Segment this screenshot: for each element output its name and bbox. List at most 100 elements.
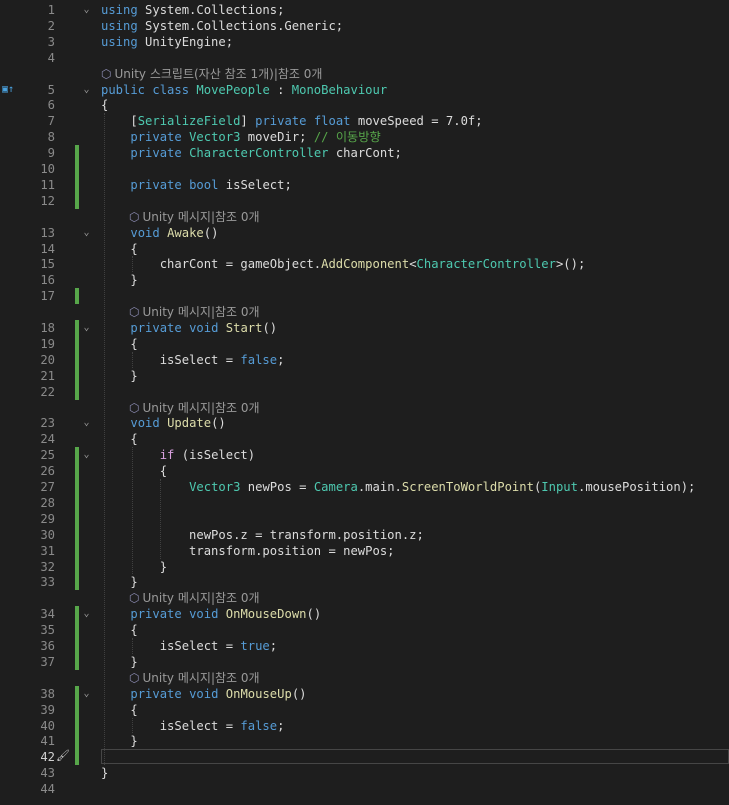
code-line[interactable]: 7 [SerializeField] private float moveSpe… — [0, 113, 729, 129]
code-line[interactable]: 2 using System.Collections.Generic; — [0, 18, 729, 34]
code-line[interactable]: 1 ⌄ using System.Collections; — [0, 2, 729, 18]
collapse-chevron-icon[interactable]: ⌄ — [81, 415, 92, 431]
code-token: () — [211, 416, 226, 431]
code-line[interactable]: 17 — [0, 288, 729, 305]
code-token: Vector3 — [189, 130, 241, 145]
code-text: Vector3 newPos = Camera.main.ScreenToWor… — [101, 479, 695, 495]
code-line[interactable]: 40 isSelect = false; — [0, 717, 729, 734]
code-token: bool — [189, 177, 219, 192]
code-line[interactable]: 28 — [0, 494, 729, 511]
code-line[interactable]: 31 transform.position = newPos; — [0, 542, 729, 559]
code-line[interactable]: 32 } — [0, 558, 729, 575]
code-line[interactable]: 35 { — [0, 622, 729, 639]
code-token: { — [101, 702, 138, 717]
codelens-row: ⬡ Unity 스크립트(자산 참조 1개)|참조 0개 — [0, 66, 729, 82]
line-number: 34 — [40, 607, 55, 622]
unity-cube-icon: ⬡ — [101, 66, 112, 81]
change-marker — [75, 526, 79, 543]
code-token: ScreenToWorldPoint — [401, 480, 534, 494]
screwdriver-brush-icon[interactable]: 🖌 — [56, 749, 70, 762]
code-text: } — [101, 654, 137, 670]
collapse-chevron-icon[interactable]: ⌄ — [81, 320, 92, 336]
code-text: { — [101, 463, 167, 479]
code-line[interactable]: 41 } — [0, 733, 729, 750]
collapse-chevron-icon[interactable]: ⌄ — [81, 606, 92, 622]
code-token: float — [313, 114, 351, 129]
collapse-chevron-icon[interactable]: ⌄ — [81, 225, 92, 241]
code-editor[interactable]: 1 ⌄ using System.Collections; 2 using System… — [0, 0, 729, 805]
code-line[interactable]: 26 { — [0, 463, 729, 480]
collapse-chevron-icon[interactable]: ⌄ — [81, 82, 92, 98]
code-line[interactable]: 21 } — [0, 367, 729, 384]
change-marker — [75, 145, 79, 162]
code-line[interactable]: 43} — [0, 765, 729, 781]
code-line[interactable]: 22 — [0, 383, 729, 400]
code-line[interactable]: 29 — [0, 510, 729, 527]
line-number: 7 — [47, 114, 55, 129]
code-line[interactable]: 34 ⌄ private void OnMouseDown() — [0, 606, 729, 623]
line-number: 28 — [40, 495, 55, 510]
collapse-chevron-icon[interactable]: ⌄ — [81, 447, 92, 463]
codelens-references[interactable]: ⬡ Unity 메시지|참조 0개 — [129, 400, 260, 416]
code-token: OnMouseDown — [225, 607, 307, 622]
indent-guide — [132, 447, 133, 575]
code-line[interactable]: 11 private bool isSelect; — [0, 176, 729, 193]
code-line[interactable]: 10 — [0, 161, 729, 177]
line-number: 38 — [40, 686, 55, 701]
code-line[interactable]: 14 { — [0, 241, 729, 257]
code-line[interactable]: 24 { — [0, 431, 729, 447]
code-token: newPos = — [240, 480, 314, 494]
code-line[interactable]: 5 ⌄ public class MovePeople : MonoBehaviou… — [0, 82, 729, 98]
code-token: >(); — [555, 257, 586, 272]
code-line[interactable]: 9 private CharacterController charCont; — [0, 145, 729, 162]
change-marker — [75, 542, 79, 559]
codelens-references[interactable]: ⬡ Unity 스크립트(자산 참조 1개)|참조 0개 — [101, 66, 322, 82]
codelens-references[interactable]: ⬡ Unity 메시지|참조 0개 — [129, 590, 260, 606]
code-line[interactable]: 18 ⌄ private void Start() — [0, 320, 729, 336]
codelens-references[interactable]: ⬡ Unity 메시지|참조 0개 — [129, 304, 260, 320]
code-line[interactable]: 38 ⌄ private void OnMouseUp() — [0, 685, 729, 702]
collapse-chevron-icon[interactable]: ⌄ — [81, 2, 92, 18]
code-token: false — [240, 352, 278, 367]
indent-guide — [132, 717, 133, 734]
codelens-references[interactable]: ⬡ Unity 메시지|참조 0개 — [129, 209, 260, 225]
code-line[interactable]: 3 using UnityEngine; — [0, 34, 729, 50]
code-line[interactable]: 44 — [0, 781, 729, 797]
code-line[interactable]: 15 charCont = gameObject.AddComponent<Ch… — [0, 256, 729, 272]
code-line[interactable]: 27 Vector3 newPos = Camera.main.ScreenTo… — [0, 479, 729, 495]
code-line[interactable]: 16 } — [0, 272, 729, 288]
override-marker-icon[interactable]: ▣↑ — [2, 84, 20, 96]
code-token: .main. — [357, 480, 402, 494]
code-token: void — [189, 686, 219, 701]
code-text: private void OnMouseDown() — [101, 606, 321, 622]
code-text: newPos.z = transform.position.z; — [101, 527, 424, 543]
collapse-chevron-icon[interactable]: ⌄ — [81, 686, 92, 702]
code-line[interactable]: 12 — [0, 192, 729, 209]
code-line[interactable]: 37 } — [0, 653, 729, 670]
code-line[interactable]: 33 } — [0, 574, 729, 591]
code-token: charCont; — [328, 146, 402, 161]
line-number: 16 — [40, 273, 55, 288]
line-number: 37 — [40, 654, 55, 669]
code-line[interactable]: 13 ⌄ void Awake() — [0, 225, 729, 241]
code-line[interactable]: 25 ⌄ if (isSelect) — [0, 447, 729, 464]
code-line[interactable]: 6{ — [0, 97, 729, 113]
code-line[interactable]: 39 { — [0, 701, 729, 718]
code-line[interactable]: 4 — [0, 50, 729, 66]
code-token: (isSelect) — [174, 448, 256, 463]
code-line[interactable]: 30 newPos.z = transform.position.z; — [0, 526, 729, 543]
code-line[interactable]: 36 isSelect = true; — [0, 638, 729, 654]
code-line[interactable]: 20 isSelect = false; — [0, 351, 729, 368]
codelens-references[interactable]: ⬡ Unity 메시지|참조 0개 — [129, 670, 260, 686]
code-line[interactable]: 23 ⌄ void Update() — [0, 415, 729, 431]
line-number: 19 — [40, 336, 55, 351]
codelens-text: Unity 메시지|참조 0개 — [142, 209, 260, 224]
code-line[interactable]: 8 private Vector3 moveDir; // 이동방향 — [0, 129, 729, 145]
code-token: // 이동방향 — [313, 130, 381, 145]
code-line[interactable]: 19 { — [0, 335, 729, 352]
code-token: ; — [277, 718, 285, 733]
